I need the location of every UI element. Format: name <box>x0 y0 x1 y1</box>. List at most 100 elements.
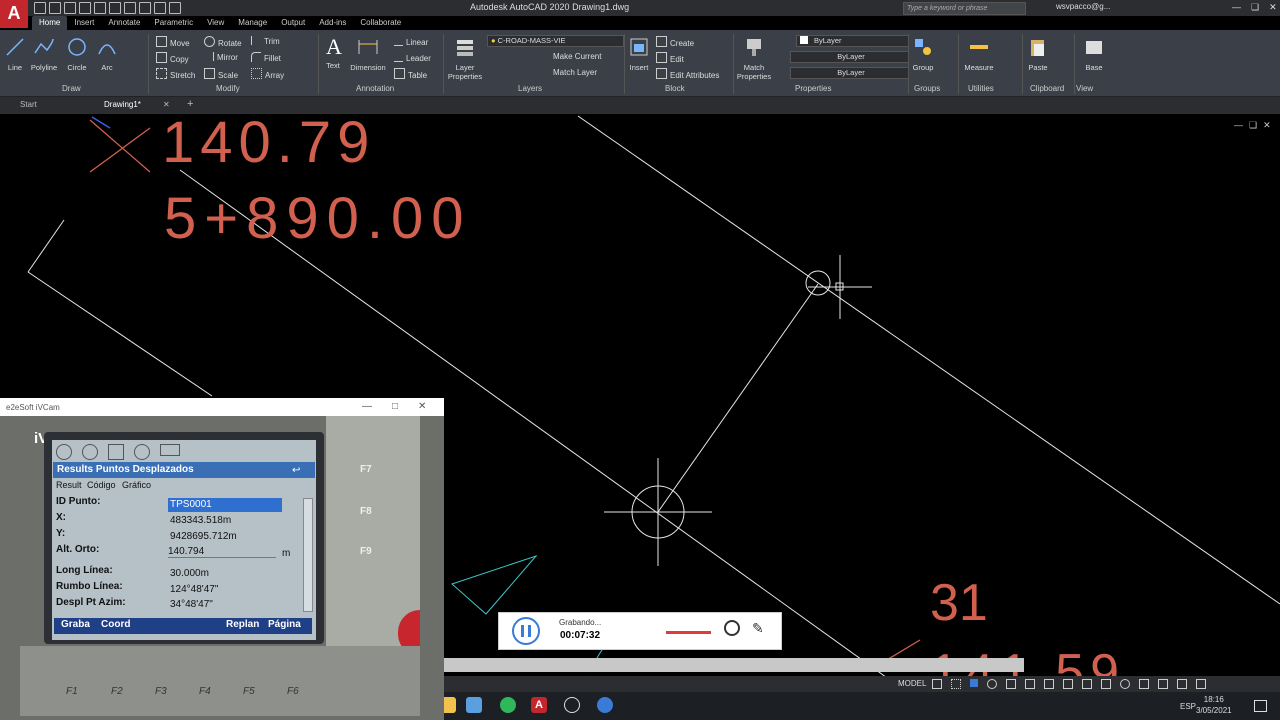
share-icon[interactable] <box>169 2 181 14</box>
arc-button[interactable]: Arc <box>96 36 118 72</box>
tab-view[interactable]: View <box>200 16 231 30</box>
minimize-icon[interactable]: — <box>1232 2 1241 13</box>
linetype-dropdown[interactable]: ByLayer <box>790 51 909 63</box>
line-button[interactable]: Line <box>4 36 26 72</box>
isolate-icon[interactable] <box>1139 679 1149 689</box>
color-dropdown[interactable]: ByLayer <box>796 35 909 47</box>
array-button[interactable]: Array <box>251 68 284 80</box>
user-account[interactable]: wsvpacco@g... <box>1056 2 1110 11</box>
block-panel-label[interactable]: Block <box>665 84 685 93</box>
polar-icon[interactable] <box>987 679 997 689</box>
webcam-icon[interactable] <box>724 620 740 636</box>
customization-menu-icon[interactable] <box>1196 679 1206 689</box>
start-tab[interactable]: Start <box>20 100 37 109</box>
snap-icon[interactable] <box>951 679 961 689</box>
minimize-icon[interactable]: — <box>1234 120 1243 131</box>
tab-output[interactable]: Output <box>274 16 312 30</box>
language-indicator[interactable]: ESP <box>1180 702 1196 711</box>
fillet-button[interactable]: Fillet <box>251 52 281 63</box>
annotation-scale-icon[interactable] <box>1082 679 1092 689</box>
match-properties-button[interactable]: Match Properties <box>736 36 772 81</box>
restore-icon[interactable]: ❏ <box>1251 2 1259 13</box>
tab-addins[interactable]: Add-ins <box>312 16 353 30</box>
scale-button[interactable]: Scale <box>204 68 238 80</box>
osnap-icon[interactable] <box>1006 679 1016 689</box>
create-block-button[interactable]: Create <box>656 36 694 48</box>
open-icon[interactable] <box>49 2 61 14</box>
measure-button[interactable]: Measure <box>962 36 996 72</box>
save-as-icon[interactable] <box>79 2 91 14</box>
make-current-button[interactable]: Make Current <box>553 52 601 61</box>
mirror-button[interactable]: Mirror <box>204 52 238 62</box>
tab-annotate[interactable]: Annotate <box>101 16 147 30</box>
plot-icon[interactable] <box>124 2 136 14</box>
pen-icon[interactable]: ✎ <box>752 620 764 637</box>
insert-button[interactable]: Insert <box>628 36 650 72</box>
layer-dropdown[interactable]: ● C-ROAD-MASS-VIE <box>487 35 624 47</box>
polyline-button[interactable]: Polyline <box>29 36 59 72</box>
table-button[interactable]: Table <box>394 68 427 80</box>
tab-collaborate[interactable]: Collaborate <box>353 16 408 30</box>
tab-home[interactable]: Home <box>32 16 68 30</box>
layers-panel-label[interactable]: Layers <box>518 84 542 93</box>
model-space-button[interactable]: MODEL <box>898 679 926 688</box>
copy-button[interactable]: Copy <box>156 52 189 64</box>
clipboard-panel-label[interactable]: Clipboard <box>1030 84 1064 93</box>
redo-icon[interactable] <box>154 2 166 14</box>
edit-block-button[interactable]: Edit <box>656 52 684 64</box>
trim-button[interactable]: Trim <box>251 36 280 46</box>
circle-button[interactable]: Circle <box>65 36 89 72</box>
text-button[interactable]: A Text <box>323 36 343 71</box>
otrack-icon[interactable] <box>1025 679 1035 689</box>
close-icon[interactable]: ✕ <box>418 401 426 412</box>
groups-panel-label[interactable]: Groups <box>914 84 940 93</box>
properties-panel-label[interactable]: Properties <box>795 84 831 93</box>
horizontal-scrollbar[interactable] <box>444 658 1024 672</box>
linear-button[interactable]: Linear <box>394 36 428 47</box>
modify-panel-label[interactable]: Modify <box>216 84 240 93</box>
group-button[interactable]: Group <box>911 36 935 72</box>
lineweight-dropdown[interactable]: ByLayer <box>790 67 909 79</box>
web-open-icon[interactable] <box>94 2 106 14</box>
tab-parametric[interactable]: Parametric <box>147 16 200 30</box>
maximize-icon[interactable]: □ <box>392 401 398 412</box>
save-icon[interactable] <box>64 2 76 14</box>
layer-properties-button[interactable]: Layer Properties <box>446 36 484 81</box>
edit-attributes-button[interactable]: Edit Attributes <box>656 68 719 80</box>
close-icon[interactable]: ✕ <box>1263 120 1271 131</box>
dimension-button[interactable]: Dimension <box>348 36 388 72</box>
draw-panel-label[interactable]: Draw <box>62 84 81 93</box>
restore-icon[interactable]: ❏ <box>1249 120 1257 131</box>
grid-icon[interactable] <box>932 679 942 689</box>
utilities-panel-label[interactable]: Utilities <box>968 84 994 93</box>
pause-button[interactable] <box>512 617 540 645</box>
clean-screen-icon[interactable] <box>1177 679 1187 689</box>
paste-button[interactable]: Paste <box>1026 36 1050 72</box>
new-icon[interactable] <box>34 2 46 14</box>
tab-insert[interactable]: Insert <box>67 16 101 30</box>
rotate-button[interactable]: Rotate <box>204 36 242 48</box>
app-icon[interactable] <box>466 697 482 713</box>
new-tab-icon[interactable]: + <box>187 98 193 110</box>
minimize-icon[interactable]: — <box>362 401 372 412</box>
ivcam-taskbar-icon[interactable] <box>597 697 613 713</box>
workspace-icon[interactable] <box>1101 679 1111 689</box>
web-save-icon[interactable] <box>109 2 121 14</box>
tab-manage[interactable]: Manage <box>231 16 274 30</box>
autocad-logo-icon[interactable]: A <box>0 0 28 28</box>
settings-gear-icon[interactable] <box>564 697 580 713</box>
stretch-button[interactable]: Stretch <box>156 68 195 80</box>
match-layer-button[interactable]: Match Layer <box>553 68 597 77</box>
base-button[interactable]: Base <box>1083 36 1105 72</box>
lineweight-icon[interactable] <box>1044 679 1054 689</box>
ortho-icon[interactable] <box>970 679 978 687</box>
hardware-accel-icon[interactable] <box>1158 679 1168 689</box>
autocad-taskbar-icon[interactable]: A <box>531 697 547 713</box>
settings-gear-icon[interactable] <box>1120 679 1130 689</box>
system-clock[interactable]: 18:16 3/05/2021 <box>1196 694 1232 716</box>
whatsapp-icon[interactable] <box>500 697 516 713</box>
leader-button[interactable]: Leader <box>394 52 431 63</box>
search-input[interactable]: Type a keyword or phrase <box>903 2 1026 15</box>
close-icon[interactable]: ✕ <box>1269 2 1277 13</box>
undo-icon[interactable] <box>139 2 151 14</box>
